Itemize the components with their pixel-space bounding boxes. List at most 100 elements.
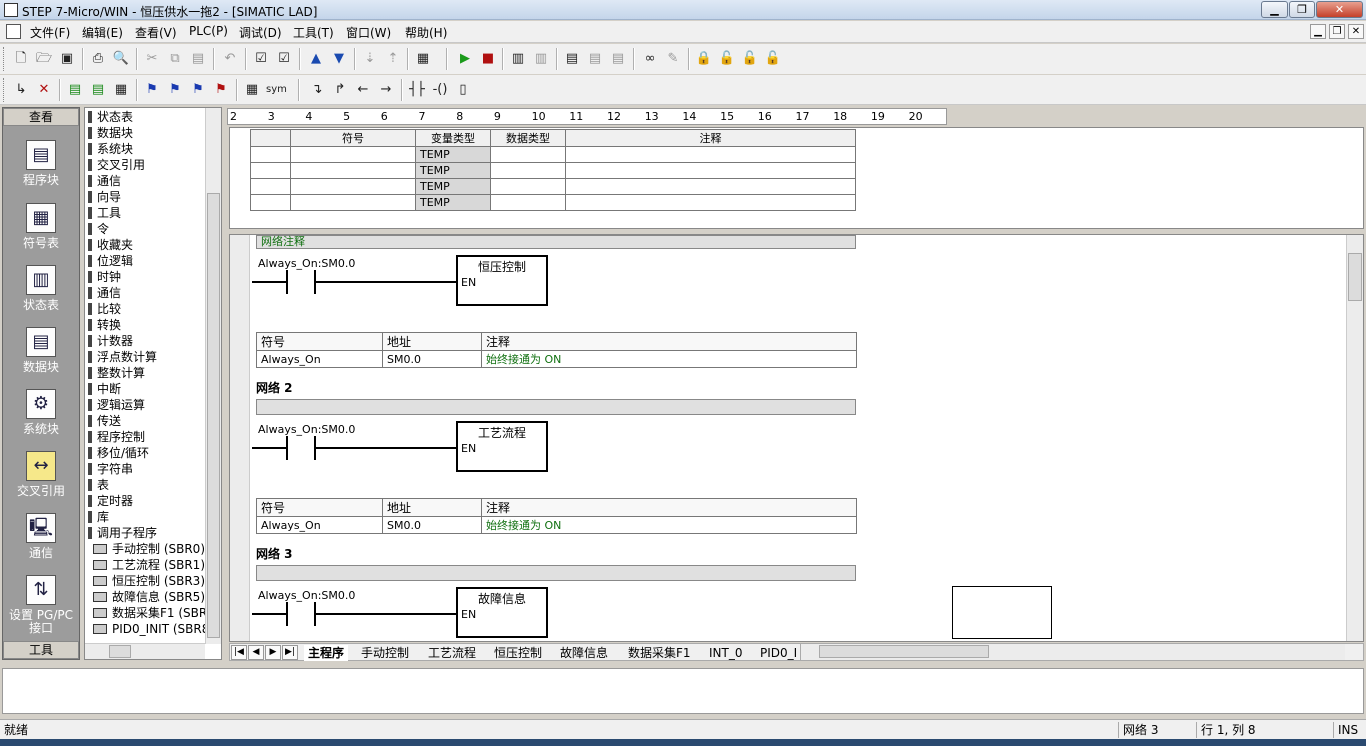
- tree-item[interactable]: 逻辑运算: [88, 397, 145, 413]
- tree-item[interactable]: 交叉引用: [88, 157, 145, 173]
- read-forced-icon[interactable]: 🔓: [764, 50, 782, 68]
- tab-fault-info[interactable]: 故障信息: [560, 645, 608, 661]
- network-1-comment[interactable]: 网络注释: [256, 235, 856, 249]
- maximize-button[interactable]: ❐: [1289, 1, 1315, 18]
- tree-item-subroutine[interactable]: 工艺流程 (SBR1): [93, 557, 205, 573]
- sort-descending-icon[interactable]: ⇡: [384, 50, 402, 68]
- tree-item[interactable]: 系统块: [88, 141, 133, 157]
- run-icon[interactable]: ▶: [456, 50, 474, 68]
- tab-data-acquisition[interactable]: 数据采集F1: [628, 645, 691, 661]
- navbar-footer[interactable]: 工具: [3, 641, 79, 659]
- mdi-restore-button[interactable]: ❐: [1329, 24, 1345, 39]
- editor-vertical-scrollbar[interactable]: [1346, 235, 1363, 641]
- write-all-icon[interactable]: ▤: [609, 50, 627, 68]
- line-down-icon[interactable]: ↴: [308, 81, 326, 99]
- cut-icon[interactable]: ✂: [143, 50, 161, 68]
- tree-item[interactable]: 比较: [88, 301, 121, 317]
- program-status-icon[interactable]: ▥: [509, 50, 527, 68]
- network-2-block[interactable]: 工艺流程 EN: [456, 421, 548, 472]
- mdi-minimize-button[interactable]: ▁: [1310, 24, 1326, 39]
- tree-item[interactable]: 传送: [88, 413, 121, 429]
- unlock-icon[interactable]: 🔓: [718, 50, 736, 68]
- nav-set-pg-pc-interface[interactable]: ⇅ 设置 PG/PC 接口: [3, 575, 79, 635]
- pause-status-icon[interactable]: ▥: [532, 50, 550, 68]
- download-icon[interactable]: ▼: [330, 50, 348, 68]
- tree-item-subroutine[interactable]: 故障信息 (SBR5): [93, 589, 205, 605]
- last-tab-button[interactable]: ▶|: [282, 645, 298, 660]
- upload-icon[interactable]: ▲: [307, 50, 325, 68]
- paste-icon[interactable]: ▤: [189, 50, 207, 68]
- editor-horizontal-scrollbar[interactable]: [800, 644, 1345, 660]
- open-icon[interactable]: 🗁: [35, 50, 53, 68]
- delete-network-icon[interactable]: ✕: [35, 81, 53, 99]
- nav-status-chart[interactable]: ▥ 状态表: [3, 265, 79, 312]
- tree-item[interactable]: 浮点数计算: [88, 349, 157, 365]
- prev-bookmark-icon[interactable]: ⚑: [189, 81, 207, 99]
- tree-item[interactable]: 时钟: [88, 269, 121, 285]
- nav-program-block[interactable]: ▤ 程序块: [3, 140, 79, 187]
- tree-item[interactable]: 中断: [88, 381, 121, 397]
- nav-communications[interactable]: 🖳 通信: [3, 513, 79, 560]
- line-right-icon[interactable]: →: [377, 81, 395, 99]
- network-2-comment[interactable]: [256, 399, 856, 415]
- line-up-icon[interactable]: ↱: [331, 81, 349, 99]
- nav-cross-reference[interactable]: ↔ 交叉引用: [3, 451, 79, 498]
- network-3-title[interactable]: 网络 3: [256, 545, 293, 562]
- insert-network-icon[interactable]: ↳: [12, 81, 30, 99]
- menu-plc[interactable]: PLC(P): [189, 24, 228, 38]
- tree-item[interactable]: 程序控制: [88, 429, 145, 445]
- tree-item[interactable]: 转换: [88, 317, 121, 333]
- tree-item-subroutine[interactable]: 手动控制 (SBR0): [93, 541, 205, 557]
- tree-item[interactable]: 库: [88, 509, 109, 525]
- tree-item[interactable]: 移位/循环: [88, 445, 149, 461]
- lock-icon[interactable]: 🔒: [695, 50, 713, 68]
- tree-item[interactable]: 令: [88, 221, 109, 237]
- compile-all-icon[interactable]: ☑: [275, 50, 293, 68]
- sort-ascending-icon[interactable]: ⇣: [361, 50, 379, 68]
- prev-tab-button[interactable]: ◀: [248, 645, 264, 660]
- undo-icon[interactable]: ↶: [221, 50, 239, 68]
- tree-item[interactable]: 通信: [88, 285, 121, 301]
- tree-item[interactable]: 位逻辑: [88, 253, 133, 269]
- tree-item-subroutine[interactable]: PID0_INIT (SBR8): [93, 621, 214, 637]
- tree-item[interactable]: 工具: [88, 205, 121, 221]
- single-read-icon[interactable]: ▤: [586, 50, 604, 68]
- line-left-icon[interactable]: ←: [354, 81, 372, 99]
- print-preview-icon[interactable]: 🔍: [112, 50, 130, 68]
- tab-pid0-init[interactable]: PID0_I: [760, 645, 797, 661]
- tree-item-subroutine[interactable]: 数据采集F1 (SBR6: [93, 605, 215, 621]
- nav-symbol-table[interactable]: ▦ 符号表: [3, 203, 79, 250]
- menu-view[interactable]: 查看(V): [135, 24, 177, 41]
- save-icon[interactable]: ▣: [58, 50, 76, 68]
- tree-vertical-scrollbar[interactable]: [205, 108, 221, 644]
- tree-item[interactable]: 表: [88, 477, 109, 493]
- tree-item[interactable]: 计数器: [88, 333, 133, 349]
- options-icon[interactable]: ▦: [414, 50, 432, 68]
- tab-manual-control[interactable]: 手动控制: [361, 645, 409, 661]
- unforce-all-icon[interactable]: 🔓: [741, 50, 759, 68]
- copy-icon[interactable]: ⧉: [166, 50, 184, 68]
- symbol-table-icon[interactable]: sym: [266, 81, 287, 99]
- network-1-block[interactable]: 恒压控制 EN: [456, 255, 548, 306]
- toggle-bookmark-icon[interactable]: ⚑: [143, 81, 161, 99]
- navbar-header[interactable]: 查看: [3, 108, 79, 126]
- tab-int0[interactable]: INT_0: [709, 645, 742, 661]
- menu-help[interactable]: 帮助(H): [405, 24, 447, 41]
- box-icon[interactable]: ▯: [454, 81, 472, 99]
- minimize-button[interactable]: ▁: [1261, 1, 1288, 18]
- tree-item[interactable]: 通信: [88, 173, 121, 189]
- network-3-comment[interactable]: [256, 565, 856, 581]
- tree-item-subroutine[interactable]: 恒压控制 (SBR3): [93, 573, 205, 589]
- tab-main[interactable]: 主程序: [304, 645, 349, 661]
- menu-file[interactable]: 文件(F): [30, 24, 70, 41]
- contact-icon[interactable]: ┤├: [408, 81, 426, 99]
- tab-process-flow[interactable]: 工艺流程: [428, 645, 476, 661]
- remove-bookmarks-icon[interactable]: ⚑: [212, 81, 230, 99]
- menu-debug[interactable]: 调试(D): [239, 24, 282, 41]
- tree-item[interactable]: 数据块: [88, 125, 133, 141]
- nav-system-block[interactable]: ⚙ 系统块: [3, 389, 79, 436]
- tree-item[interactable]: 字符串: [88, 461, 133, 477]
- network-1-contact[interactable]: [286, 270, 316, 294]
- symbol-info-icon[interactable]: ▤: [89, 81, 107, 99]
- next-bookmark-icon[interactable]: ⚑: [166, 81, 184, 99]
